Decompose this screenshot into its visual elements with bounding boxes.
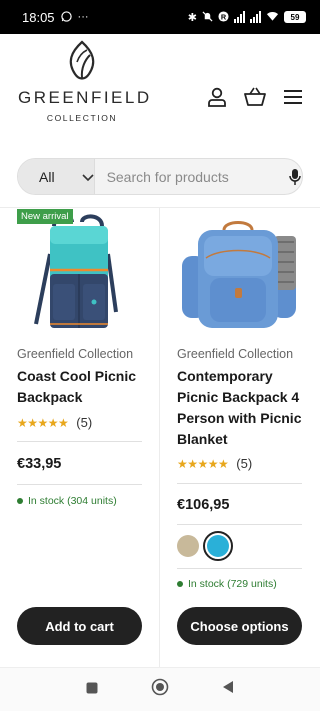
add-to-cart-button[interactable]: Add to cart: [17, 607, 142, 645]
product-image[interactable]: [20, 212, 140, 334]
chevron-down-icon: [81, 169, 94, 185]
swatch-beige[interactable]: [177, 535, 199, 557]
product-price: €33,95: [17, 456, 62, 472]
rating-count: (5): [236, 456, 253, 471]
system-nav-bar: [0, 667, 320, 711]
product-rating: ★★★★★ (5): [177, 456, 252, 471]
product-card: Greenfield Collection Contemporary Picni…: [160, 208, 320, 668]
stock-text: In stock (729 units): [188, 578, 277, 590]
product-brand: Greenfield Collection: [177, 347, 294, 361]
more-notifications-icon: ···: [77, 11, 89, 23]
stock-status: In stock (729 units): [177, 578, 277, 590]
product-brand: Greenfield Collection: [17, 347, 134, 361]
product-title[interactable]: Contemporary Picnic Backpack 4 Person wi…: [177, 366, 309, 450]
color-swatches: [177, 531, 233, 561]
site-header: GREENFIELD COLLECTION: [0, 34, 320, 138]
search-bar: All: [17, 158, 303, 195]
product-title[interactable]: Coast Cool Picnic Backpack: [17, 366, 149, 408]
home-icon[interactable]: [151, 678, 169, 701]
wifi-icon: [266, 10, 279, 25]
signal-2-icon: [250, 11, 261, 23]
separator: [177, 568, 302, 569]
separator: [177, 483, 302, 484]
cart-icon[interactable]: [244, 86, 266, 108]
separator: [17, 441, 142, 442]
product-grid: New arrival Greenfield Collection Coast …: [0, 207, 320, 668]
account-icon[interactable]: [206, 86, 228, 108]
status-time: 18:05: [22, 9, 55, 25]
in-stock-dot-icon: [17, 498, 23, 504]
recents-icon[interactable]: [86, 681, 98, 699]
battery-icon: 59: [284, 11, 306, 23]
microphone-icon[interactable]: [288, 168, 302, 186]
brand-name: GREENFIELD: [18, 88, 152, 107]
rating-stars: ★★★★★: [17, 415, 69, 430]
swatch-blue[interactable]: [203, 531, 233, 561]
category-select[interactable]: All: [18, 159, 95, 194]
bluetooth-icon: ✱: [187, 11, 197, 24]
new-arrival-badge: New arrival: [17, 209, 73, 224]
mute-icon: [202, 10, 213, 25]
product-card: New arrival Greenfield Collection Coast …: [0, 208, 160, 668]
leaf-logo-icon: [69, 40, 95, 80]
r-badge-icon: R: [218, 10, 229, 25]
product-image[interactable]: [180, 212, 300, 334]
brand-subtitle: COLLECTION: [46, 113, 118, 123]
separator: [177, 524, 302, 525]
search-input[interactable]: [94, 159, 288, 194]
stock-status: In stock (304 units): [17, 495, 117, 507]
in-stock-dot-icon: [177, 581, 183, 587]
product-price: €106,95: [177, 497, 230, 513]
rating-count: (5): [76, 415, 93, 430]
stock-text: In stock (304 units): [28, 495, 117, 507]
separator: [17, 484, 142, 485]
whatsapp-icon: [60, 10, 72, 25]
signal-icon: [234, 11, 245, 23]
menu-icon[interactable]: [282, 86, 304, 108]
rating-stars: ★★★★★: [177, 456, 229, 471]
category-select-value: All: [39, 168, 55, 185]
back-icon[interactable]: [222, 680, 234, 699]
choose-options-button[interactable]: Choose options: [177, 607, 302, 645]
brand-logo[interactable]: GREENFIELD COLLECTION: [18, 40, 152, 132]
product-rating: ★★★★★ (5): [17, 415, 92, 430]
svg-text:R: R: [221, 12, 227, 21]
status-bar: 18:05 ··· ✱ R 59: [0, 0, 320, 34]
